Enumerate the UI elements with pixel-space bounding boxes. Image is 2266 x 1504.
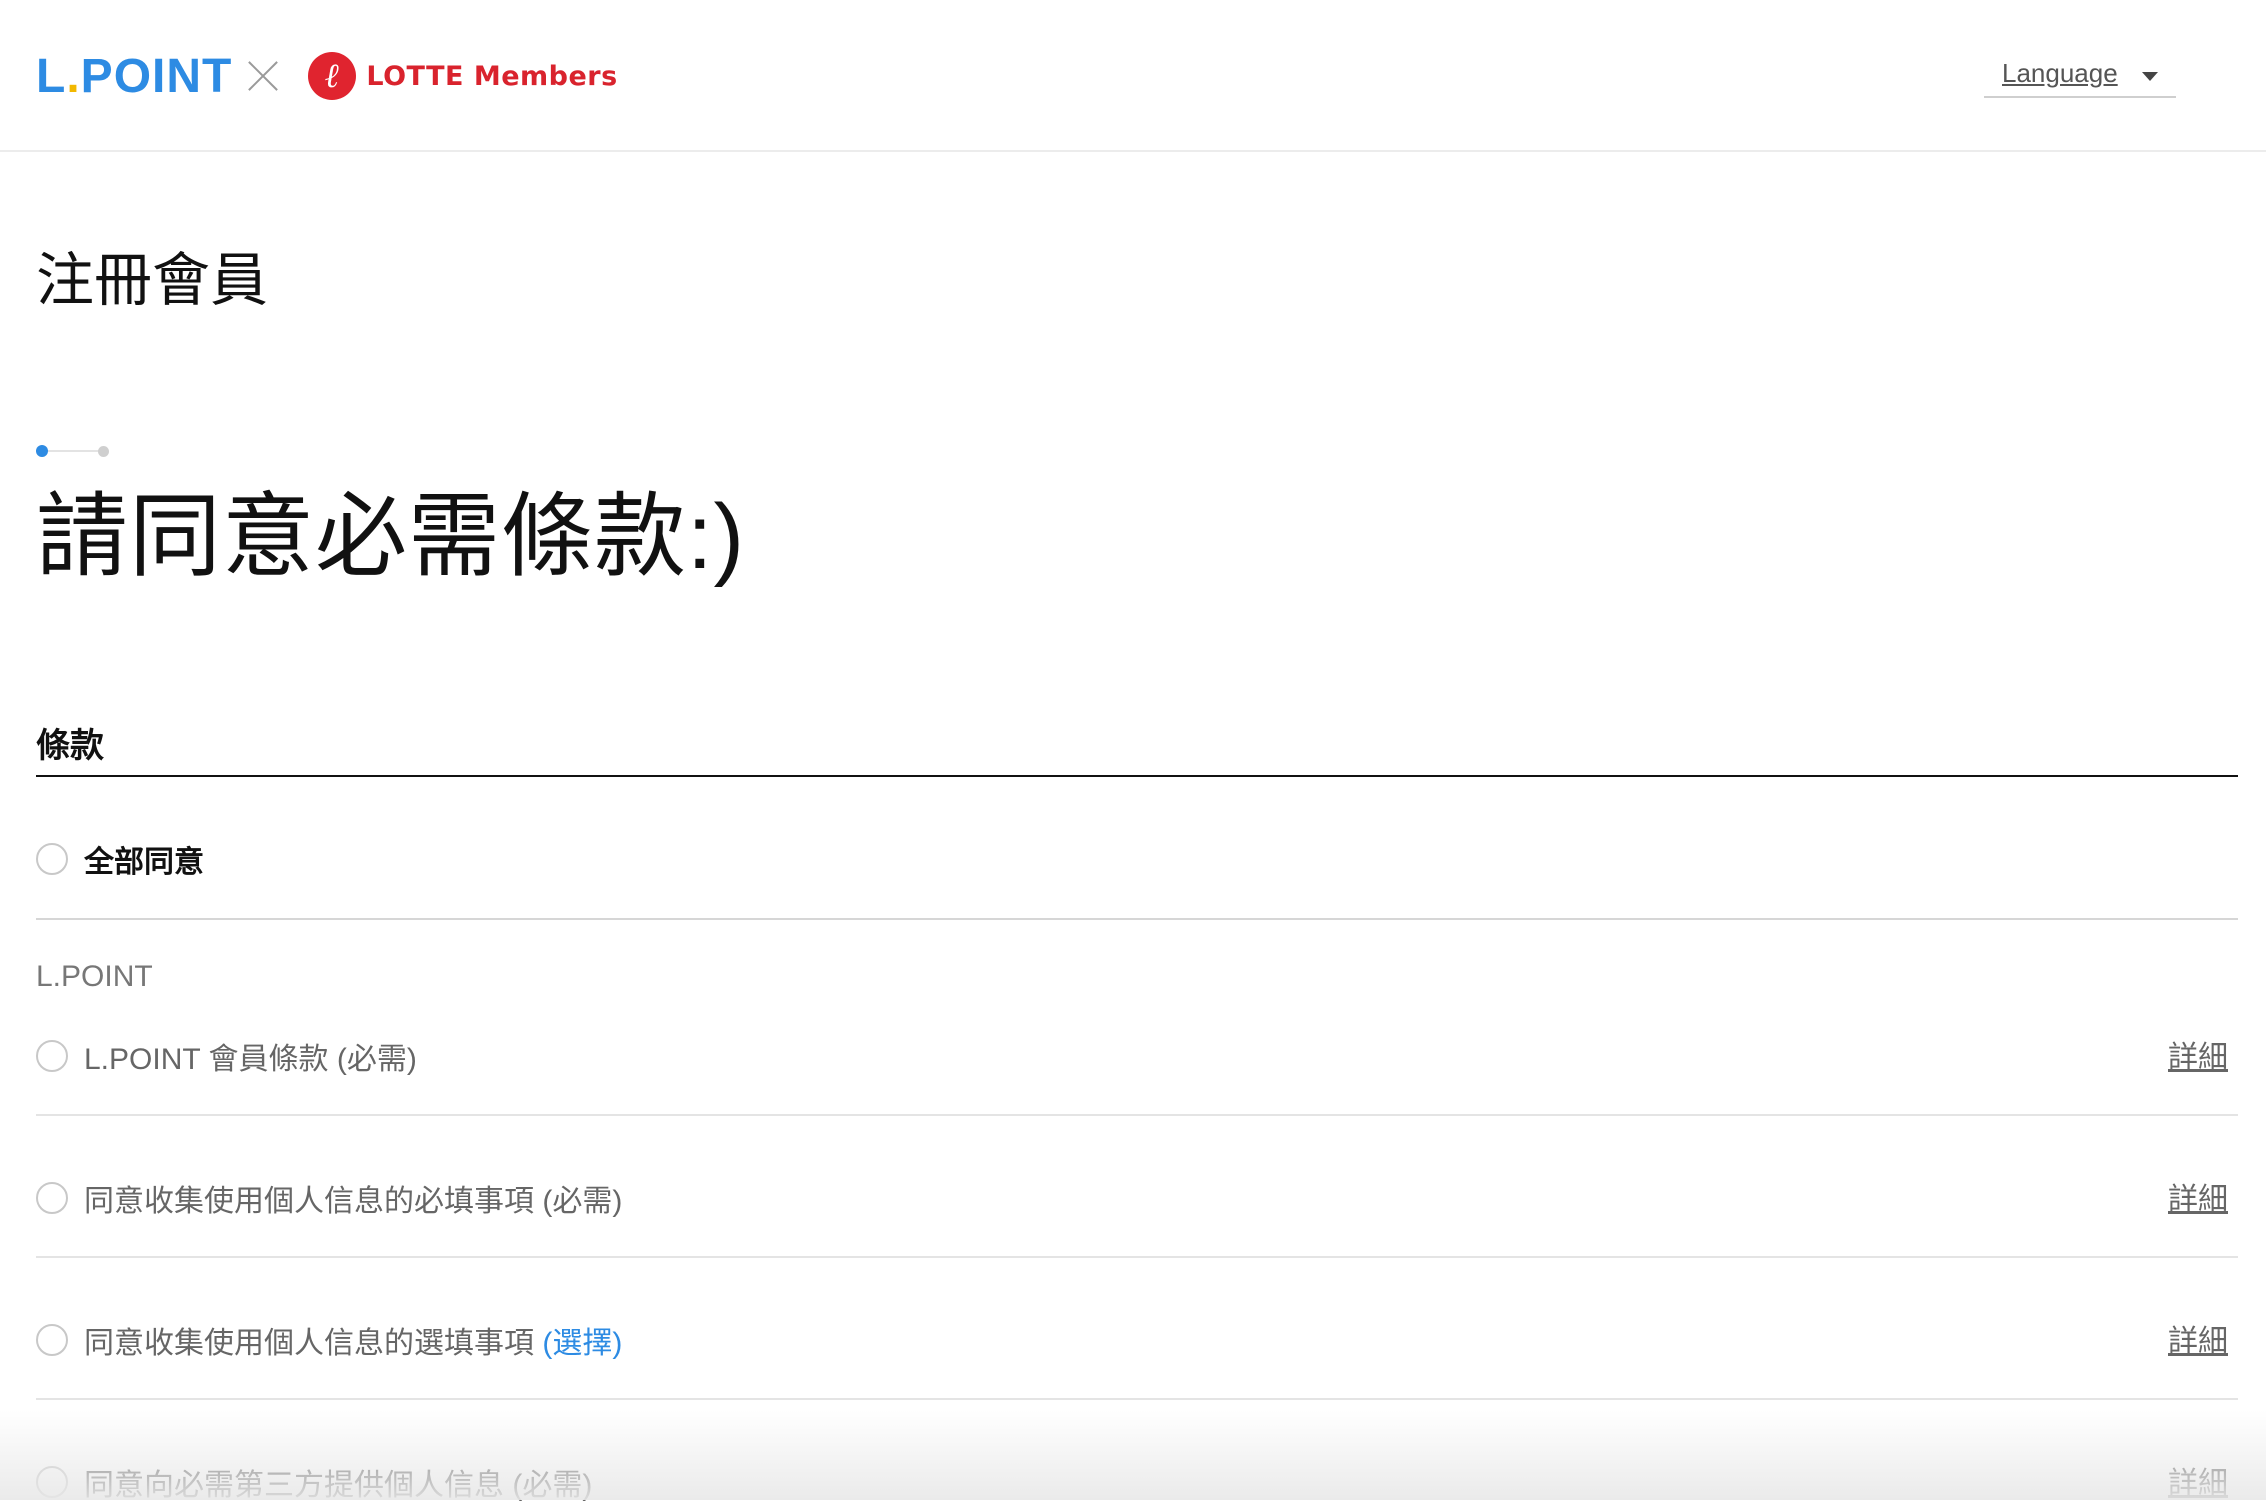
lpoint-logo-point: POINT xyxy=(80,49,233,103)
term-item-personal-info-optional[interactable]: 同意收集使用個人信息的選填事項 (選擇) xyxy=(36,1318,622,1362)
step-dot-active xyxy=(36,445,48,457)
term-text: L.POINT 會員條款 xyxy=(84,1043,329,1076)
divider xyxy=(36,1114,2238,1116)
headline: 請同意必需條款:) xyxy=(36,486,746,588)
check-circle-icon[interactable] xyxy=(36,1182,68,1214)
step-dot-inactive xyxy=(98,446,109,457)
check-circle-icon[interactable] xyxy=(36,843,68,875)
check-circle-icon[interactable] xyxy=(36,1466,68,1498)
detail-link[interactable]: 詳細 xyxy=(2168,1316,2228,1360)
detail-link[interactable]: 詳細 xyxy=(2168,1458,2228,1502)
lotte-emblem-glyph: ℓ xyxy=(325,56,340,96)
term-label: 同意收集使用個人信息的選填事項 (選擇) xyxy=(84,1318,622,1362)
divider xyxy=(36,1398,2238,1400)
term-text: 同意收集使用個人信息的選填事項 xyxy=(84,1327,534,1360)
detail-link[interactable]: 詳細 xyxy=(2168,1032,2228,1076)
lotte-members-logo-text: LOTTE Members xyxy=(366,60,618,92)
term-item-personal-info-required[interactable]: 同意收集使用個人信息的必填事項 (必需) xyxy=(36,1176,622,1220)
term-required-tag: (必需) xyxy=(542,1185,623,1218)
lpoint-group-label: L.POINT xyxy=(36,960,153,993)
term-text: 同意收集使用個人信息的必填事項 xyxy=(84,1185,534,1218)
divider xyxy=(36,918,2238,920)
agree-all-checkbox[interactable]: 全部同意 xyxy=(36,837,204,881)
lpoint-logo-dot: . xyxy=(66,49,81,103)
step-indicator xyxy=(36,444,114,458)
times-icon xyxy=(246,59,280,93)
page-title: 注冊會員 xyxy=(36,248,269,313)
term-required-tag: (必需) xyxy=(512,1469,593,1502)
terms-section-label: 條款 xyxy=(36,727,104,765)
divider xyxy=(36,1256,2238,1258)
term-item-third-party[interactable]: 同意向必需第三方提供個人信息 (必需) xyxy=(36,1460,592,1504)
lpoint-logo-l: L xyxy=(36,49,67,103)
term-optional-tag: (選擇) xyxy=(542,1327,623,1360)
language-select[interactable]: Language xyxy=(1984,52,2176,98)
term-text: 同意向必需第三方提供個人信息 xyxy=(84,1469,504,1502)
step-line xyxy=(44,450,104,452)
lpoint-logo: L.POINT xyxy=(36,49,232,104)
term-label: 同意收集使用個人信息的必填事項 (必需) xyxy=(84,1176,622,1220)
top-header: L.POINT ℓ LOTTE Members Language xyxy=(0,0,2266,152)
term-item-lpoint-membership[interactable]: L.POINT 會員條款 (必需) xyxy=(36,1034,417,1078)
section-divider xyxy=(36,775,2238,777)
term-label: L.POINT 會員條款 (必需) xyxy=(84,1034,417,1078)
term-required-tag: (必需) xyxy=(336,1043,417,1076)
lotte-emblem-icon: ℓ xyxy=(308,52,357,100)
check-circle-icon[interactable] xyxy=(36,1040,68,1072)
chevron-down-icon xyxy=(2142,72,2158,81)
agree-all-label: 全部同意 xyxy=(84,846,204,879)
detail-link[interactable]: 詳細 xyxy=(2168,1174,2228,1218)
language-label: Language xyxy=(2002,58,2118,88)
term-label: 同意向必需第三方提供個人信息 (必需) xyxy=(84,1460,592,1504)
brand-logos[interactable]: L.POINT ℓ LOTTE Members xyxy=(36,48,618,104)
check-circle-icon[interactable] xyxy=(36,1324,68,1356)
